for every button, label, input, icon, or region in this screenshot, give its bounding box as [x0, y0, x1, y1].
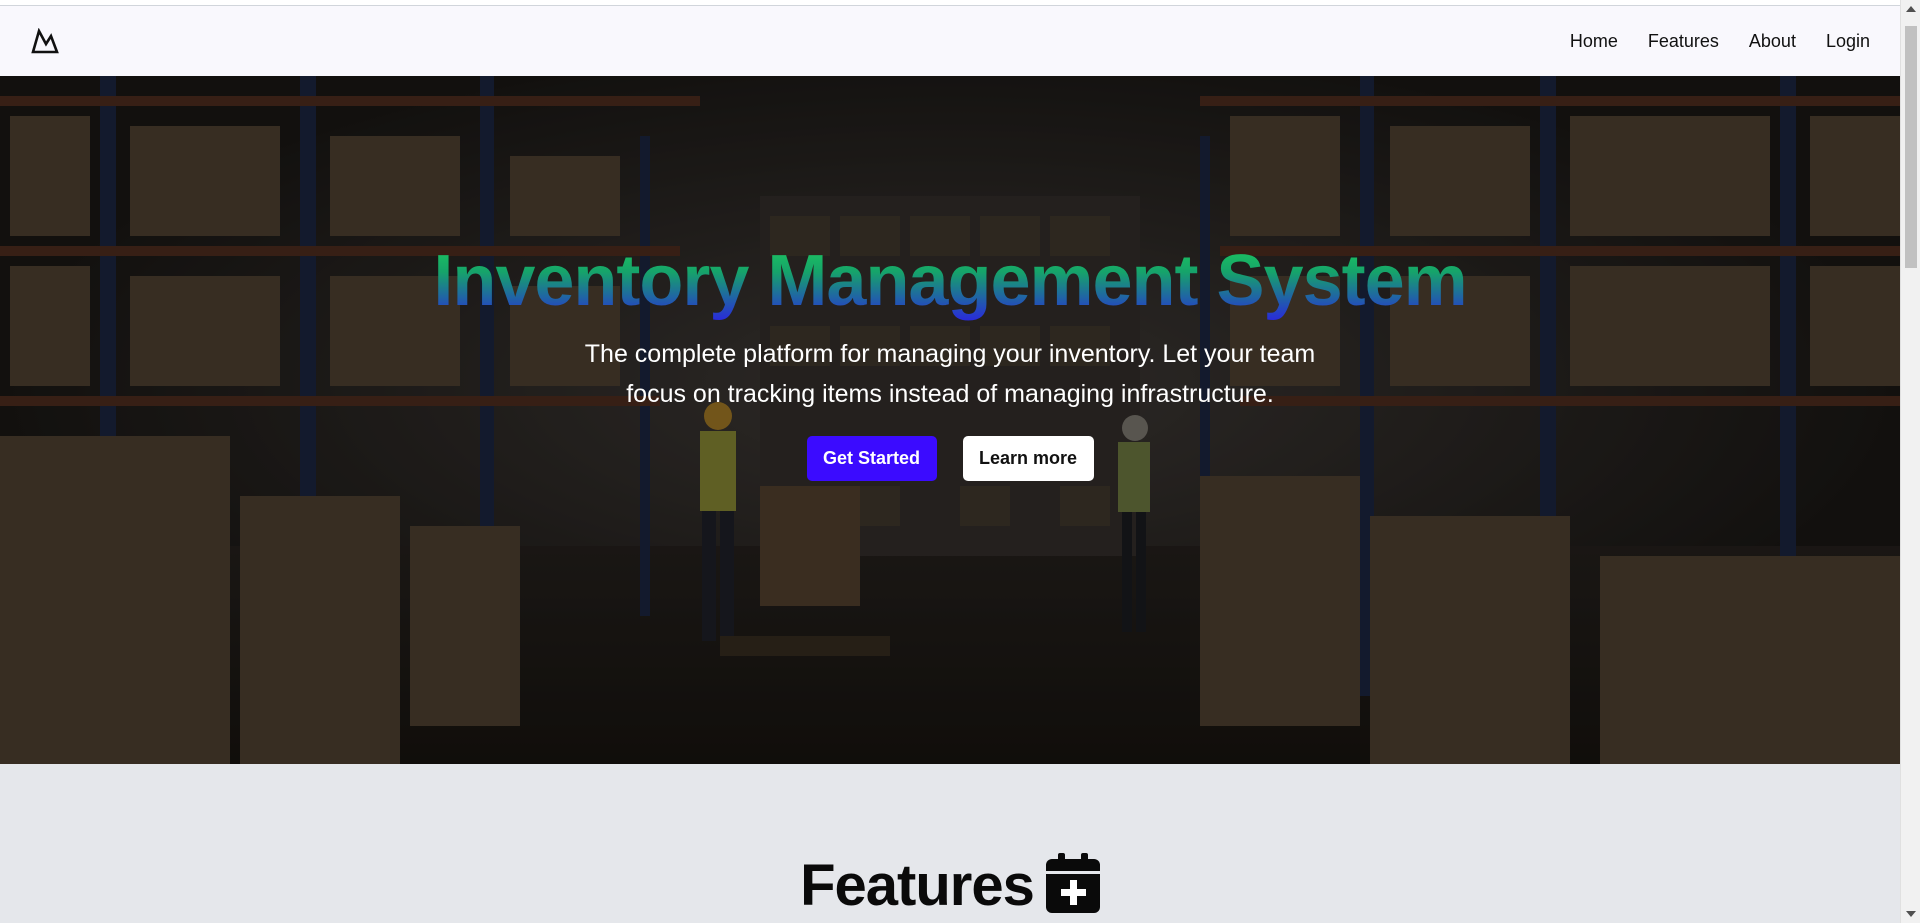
hero-buttons: Get Started Learn more [806, 436, 1094, 481]
nav-link-features[interactable]: Features [1648, 31, 1719, 52]
scrollbar-thumb[interactable] [1905, 26, 1917, 268]
nav-link-login[interactable]: Login [1826, 31, 1870, 52]
mountain-icon[interactable] [30, 26, 60, 56]
features-heading: Features [800, 847, 1100, 923]
hero-section: Inventory Management System The complete… [0, 76, 1900, 764]
navbar: Home Features About Login [0, 6, 1900, 76]
nav-links: Home Features About Login [1570, 31, 1870, 52]
calendar-plus-icon [1045, 852, 1100, 918]
scrollbar[interactable] [1900, 0, 1920, 923]
scroll-down-arrow-icon[interactable] [1906, 911, 1916, 917]
hero-content: Inventory Management System The complete… [0, 76, 1900, 764]
nav-link-home[interactable]: Home [1570, 31, 1618, 52]
scroll-up-arrow-icon[interactable] [1906, 6, 1916, 12]
hero-title: Inventory Management System [433, 236, 1467, 326]
learn-more-button[interactable]: Learn more [962, 436, 1094, 481]
nav-link-about[interactable]: About [1749, 31, 1796, 52]
hero-subtitle: The complete platform for managing your … [584, 340, 1316, 408]
features-section: Features [0, 764, 1900, 923]
features-title: Features [800, 852, 1035, 918]
get-started-button[interactable]: Get Started [806, 436, 937, 481]
